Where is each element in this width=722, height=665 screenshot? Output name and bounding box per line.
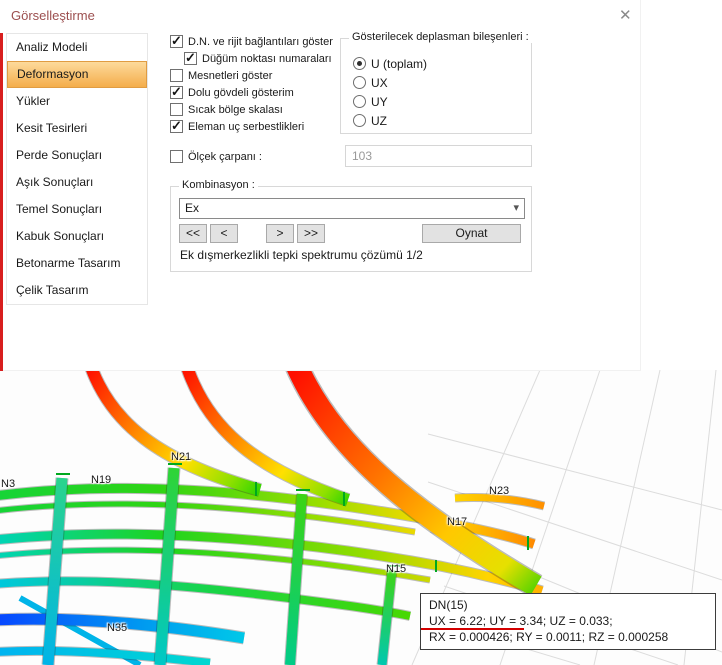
checkbox-label: Ölçek çarpanı : [188,151,262,163]
sidebar-item-deformasyon[interactable]: Deformasyon [7,61,147,88]
dialog-title: Görselleştirme [11,8,95,23]
radio-uz[interactable]: UZ [353,111,531,130]
radio-circle[interactable] [353,95,366,108]
radio-circle[interactable] [353,114,366,127]
checkbox-label: Sıcak bölge skalası [188,104,283,116]
display-options: D.N. ve rijit bağlantıları göster Düğüm … [170,33,333,135]
visualization-dialog: Görselleştirme ✕ Analiz Modeli Deformasy… [0,0,641,371]
checkbox-dn-rijit-baglantilari[interactable]: D.N. ve rijit bağlantıları göster [170,33,333,50]
sidebar-item-label: Çelik Tasarım [16,283,88,297]
checkbox-sicak-bolge-skalasi[interactable]: Sıcak bölge skalası [170,101,333,118]
sidebar-item-label: Deformasyon [17,67,88,81]
tooltip-uyz-values: UY = 3.34; UZ = 0.033; [486,614,613,628]
scale-factor-input[interactable] [345,145,532,167]
combination-selected-value: Ex [185,201,199,215]
next-combination-button[interactable]: > [266,224,294,243]
node-info-tooltip: DN(15) UX = 6.22; UY = 3.34; UZ = 0.033;… [420,593,716,650]
play-button[interactable]: Oynat [422,224,521,243]
radio-u-toplam[interactable]: U (toplam) [353,54,531,73]
radio-circle[interactable] [353,57,366,70]
checkbox-box[interactable] [170,86,183,99]
sidebar-item-kabuk-sonuclari[interactable]: Kabuk Sonuçları [7,223,147,250]
combination-select[interactable]: Ex ▾ [179,198,525,219]
checkbox-box[interactable] [184,52,197,65]
sidebar-item-label: Temel Sonuçları [16,202,102,216]
checkbox-label: Dolu gövdeli gösterim [188,87,294,99]
radio-label: U (toplam) [371,57,427,71]
left-edge-accent [0,33,3,371]
group-title: Gösterilecek deplasman bileşenleri : [349,31,532,43]
sidebar-item-yukler[interactable]: Yükler [7,88,147,115]
node-label-n23: N23 [489,485,509,497]
node-label-n3: N3 [1,478,15,490]
checkbox-box[interactable] [170,103,183,116]
checkbox-box[interactable] [170,35,183,48]
radio-uy[interactable]: UY [353,92,531,111]
sidebar-item-label: Betonarme Tasarım [16,256,121,270]
sidebar-item-celik-tasarim[interactable]: Çelik Tasarım [7,277,147,304]
radio-circle[interactable] [353,76,366,89]
combination-group: Kombinasyon : Ex ▾ << < > >> Oynat Ek dı… [170,186,532,272]
combination-status-text: Ek dışmerkezlikli tepki spektrumu çözümü… [180,248,423,262]
checkbox-box[interactable] [170,120,183,133]
checkbox-eleman-uc-serbestlikleri[interactable]: Eleman uç serbestlikleri [170,118,333,135]
checkbox-label: D.N. ve rijit bağlantıları göster [188,36,333,48]
tooltip-displacements: UX = 6.22; UY = 3.34; UZ = 0.033; [429,613,707,629]
sidebar-item-perde-sonuclari[interactable]: Perde Sonuçları [7,142,147,169]
sidebar-item-label: Yükler [16,94,50,108]
radio-label: UX [371,76,388,90]
checkbox-olcek-carpani[interactable]: Ölçek çarpanı : [170,148,262,165]
sidebar-item-label: Kesit Tesirleri [16,121,87,135]
checkbox-label: Eleman uç serbestlikleri [188,121,304,133]
checkbox-dolu-govdeli-gosterim[interactable]: Dolu gövdeli gösterim [170,84,333,101]
tooltip-rotations: RX = 0.000426; RY = 0.0011; RZ = 0.00025… [429,629,707,645]
previous-combination-button[interactable]: < [210,224,238,243]
sidebar-item-label: Perde Sonuçları [16,148,102,162]
category-list: Analiz Modeli Deformasyon Yükler Kesit T… [6,33,148,305]
node-label-n17: N17 [447,516,467,528]
radio-ux[interactable]: UX [353,73,531,92]
sidebar-item-asik-sonuclari[interactable]: Aşık Sonuçları [7,169,147,196]
sidebar-item-betonarme-tasarim[interactable]: Betonarme Tasarım [7,250,147,277]
close-icon[interactable]: ✕ [619,6,632,24]
ux-highlight-underline [421,628,524,630]
sidebar-item-label: Analiz Modeli [16,40,87,54]
checkbox-box[interactable] [170,150,183,163]
checkbox-dugum-noktasi-numaralari[interactable]: Düğüm noktası numaraları [184,50,333,67]
first-combination-button[interactable]: << [179,224,207,243]
group-title: Kombinasyon : [179,179,258,191]
checkbox-label: Mesnetleri göster [188,70,272,82]
sidebar-item-analiz-modeli[interactable]: Analiz Modeli [7,34,147,61]
last-combination-button[interactable]: >> [297,224,325,243]
combination-nav: << < > >> Oynat [179,224,525,243]
sidebar-item-temel-sonuclari[interactable]: Temel Sonuçları [7,196,147,223]
radio-label: UZ [371,114,387,128]
checkbox-label: Düğüm noktası numaraları [202,53,332,65]
sidebar-item-label: Kabuk Sonuçları [16,229,104,243]
checkbox-mesnetleri-goster[interactable]: Mesnetleri göster [170,67,333,84]
sidebar-item-label: Aşık Sonuçları [16,175,93,189]
chevron-down-icon[interactable]: ▾ [513,201,519,214]
node-label-n15: N15 [386,563,406,575]
checkbox-box[interactable] [170,69,183,82]
node-label-n35: N35 [107,622,127,634]
radio-label: UY [371,95,388,109]
sidebar-item-kesit-tesirleri[interactable]: Kesit Tesirleri [7,115,147,142]
tooltip-title: DN(15) [429,597,707,613]
tooltip-ux-value: UX = 6.22; [429,614,486,628]
app-window: N19 N21 N23 N17 N15 N35 N3 DN(15) UX = 6… [0,0,722,665]
node-label-n21: N21 [171,451,191,463]
node-label-n19: N19 [91,474,111,486]
displacement-components-group: Gösterilecek deplasman bileşenleri : U (… [340,38,532,134]
